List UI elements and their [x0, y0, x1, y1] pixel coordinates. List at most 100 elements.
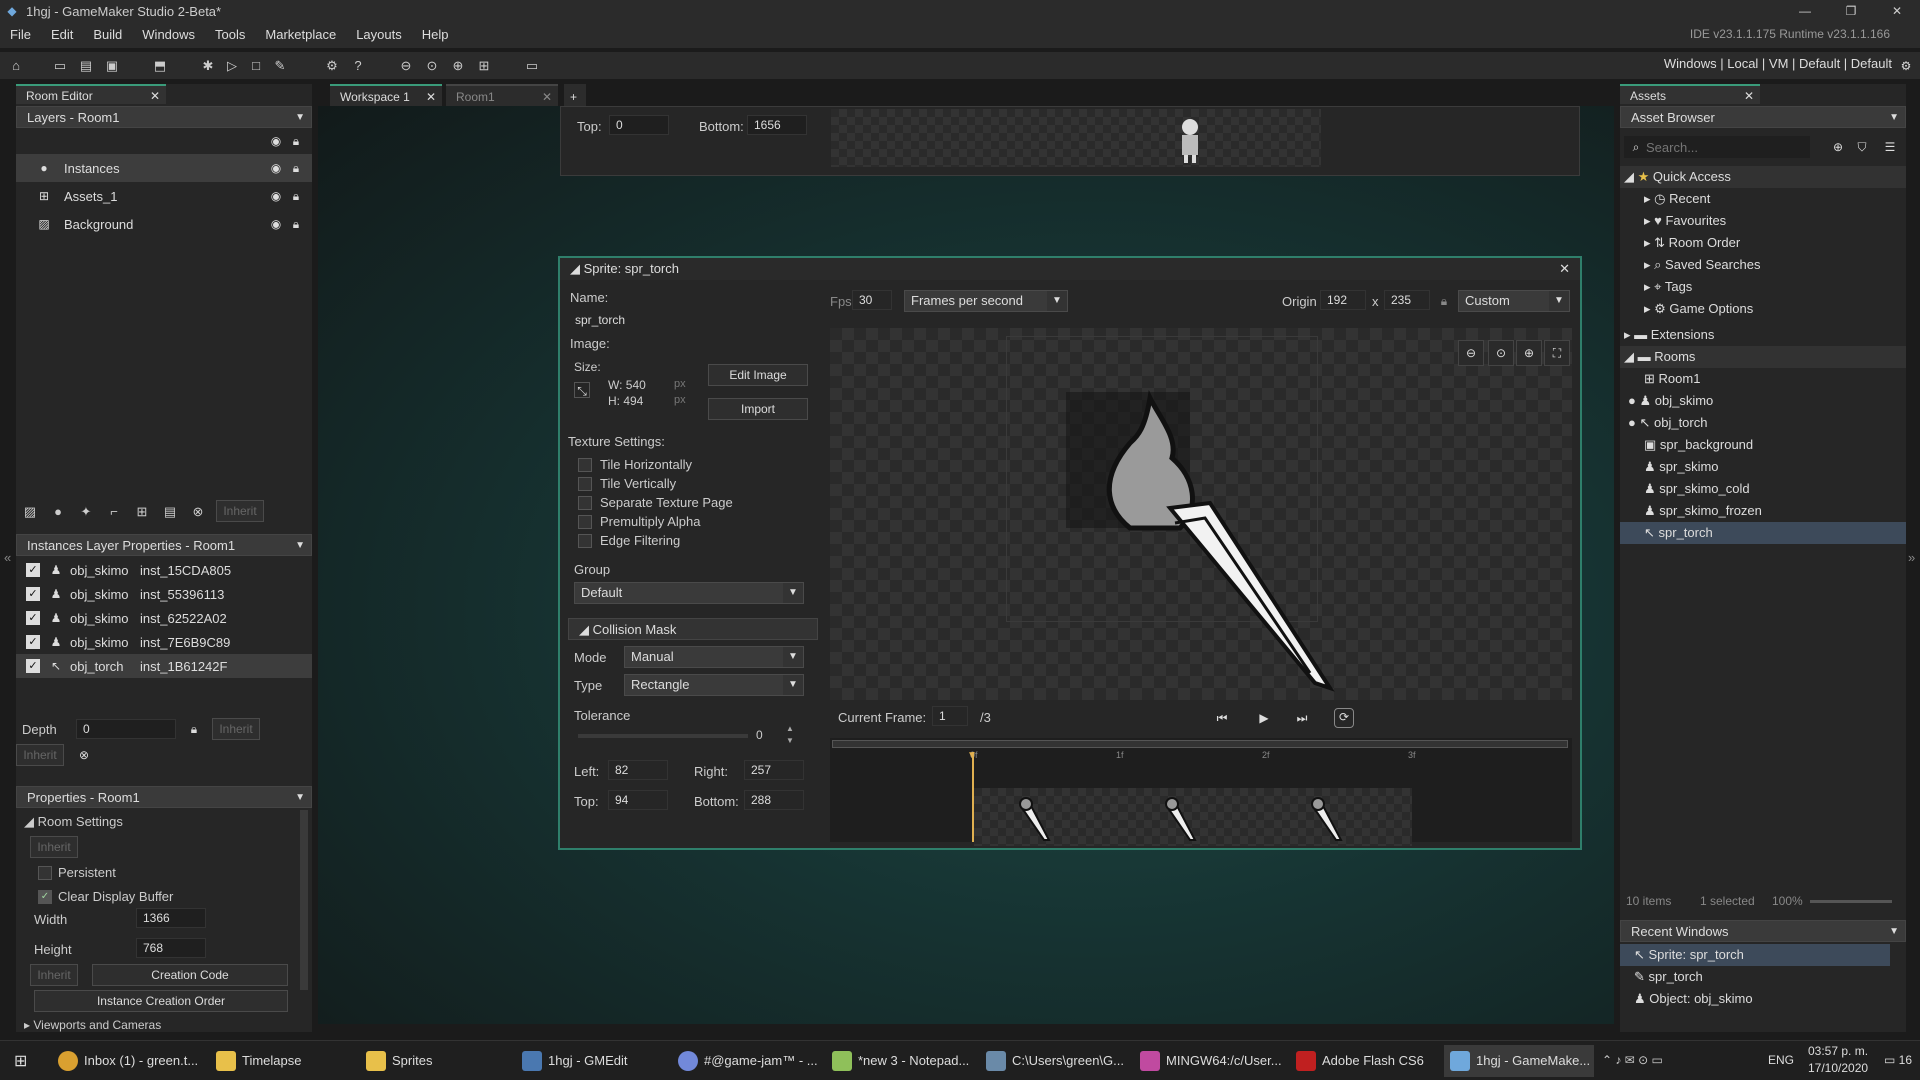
lock-icon[interactable]: 🔒︎: [288, 160, 304, 176]
menu-layouts[interactable]: Layouts: [346, 22, 412, 48]
instances-properties-header[interactable]: Instances Layer Properties - Room1 ▼: [16, 534, 312, 556]
add-tile-layer-icon[interactable]: ✦: [76, 502, 96, 522]
collapse-right-icon[interactable]: »: [1908, 550, 1915, 565]
asset-room1[interactable]: ⊞ Room1: [1620, 368, 1906, 390]
home-icon[interactable]: ⌂: [6, 56, 26, 76]
tab-room1[interactable]: Room1 ✕: [446, 84, 558, 106]
add-tab-icon[interactable]: +: [564, 84, 586, 106]
layers-header[interactable]: Layers - Room1 ▼: [16, 106, 312, 128]
zoom-out-icon[interactable]: ⊖: [396, 56, 416, 76]
rooms-node[interactable]: ◢ ▬ Rooms: [1620, 346, 1906, 368]
eye-icon[interactable]: ◉: [268, 133, 284, 149]
origin-y-input[interactable]: 235: [1384, 290, 1430, 310]
task-flash[interactable]: Adobe Flash CS6: [1290, 1045, 1440, 1077]
restore-icon[interactable]: ❐: [1828, 0, 1874, 22]
properties-header[interactable]: Properties - Room1 ▼: [16, 786, 312, 808]
tab-room-editor[interactable]: Room Editor ✕: [16, 84, 166, 104]
language-indicator[interactable]: ENG: [1768, 1053, 1794, 1067]
quick-recent[interactable]: ▸ ◷ Recent: [1620, 188, 1906, 210]
play-icon[interactable]: ▶: [1256, 710, 1272, 726]
menu-icon[interactable]: ☰: [1882, 139, 1898, 155]
close-icon[interactable]: ✕: [542, 86, 552, 108]
task-cmd[interactable]: C:\Users\green\G...: [980, 1045, 1130, 1077]
menu-build[interactable]: Build: [83, 22, 132, 48]
menu-file[interactable]: File: [0, 22, 41, 48]
quick-saved-searches[interactable]: ▸ ⌕ Saved Searches: [1620, 254, 1906, 276]
search-box[interactable]: ⌕: [1624, 136, 1810, 158]
layer-background[interactable]: ▨ Background ◉ 🔒︎: [16, 210, 312, 238]
instance-row[interactable]: ✓ ♟ obj_skimo inst_15CDA805: [16, 558, 312, 582]
add-asset-layer-icon[interactable]: ⊞: [132, 502, 152, 522]
stop-icon[interactable]: □: [246, 56, 266, 76]
spin-up-icon[interactable]: ▲: [786, 724, 794, 733]
checkbox-checked-icon[interactable]: ✓: [26, 587, 40, 601]
clear-display-checkbox[interactable]: ✓: [38, 890, 52, 904]
tab-assets[interactable]: Assets ✕: [1620, 84, 1760, 104]
chevron-down-icon[interactable]: ▼: [1889, 107, 1899, 129]
lock-icon[interactable]: 🔒︎: [1436, 293, 1452, 309]
tolerance-slider[interactable]: [578, 734, 748, 738]
playhead-marker-icon[interactable]: ▼: [967, 750, 977, 761]
instance-row-selected[interactable]: ✓ ↖ obj_torch inst_1B61242F: [16, 654, 312, 678]
clock-date[interactable]: 17/10/2020: [1808, 1061, 1868, 1075]
minimize-icon[interactable]: —: [1782, 0, 1828, 22]
zoom-in-icon[interactable]: ⊕: [448, 56, 468, 76]
zoom-reset-icon[interactable]: ⊙: [422, 56, 442, 76]
checkbox-checked-icon[interactable]: ✓: [26, 611, 40, 625]
inherit-button[interactable]: Inherit: [30, 964, 78, 986]
premultiply-checkbox[interactable]: [578, 515, 592, 529]
asset-browser-header[interactable]: Asset Browser ▼: [1620, 106, 1906, 128]
open-project-icon[interactable]: ▤: [76, 56, 96, 76]
add-instance-layer-icon[interactable]: ●: [48, 502, 68, 522]
lock-icon[interactable]: 🔒︎: [288, 188, 304, 204]
clear-icon[interactable]: ⊗: [76, 747, 92, 763]
lock-icon[interactable]: 🔒︎: [288, 133, 304, 149]
search-input[interactable]: [1646, 138, 1806, 156]
checkbox-checked-icon[interactable]: ✓: [26, 635, 40, 649]
tile-v-checkbox[interactable]: [578, 477, 592, 491]
task-gmedit[interactable]: 1hgj - GMEdit: [516, 1045, 666, 1077]
layer-instances[interactable]: ● Instances ◉ 🔒︎: [16, 154, 312, 182]
inherit-button[interactable]: Inherit: [216, 500, 264, 522]
mask-top-input[interactable]: 94: [608, 790, 668, 810]
task-timelapse[interactable]: Timelapse: [210, 1045, 350, 1077]
separate-texture-checkbox[interactable]: [578, 496, 592, 510]
group-select[interactable]: Default ▼: [574, 582, 804, 604]
add-background-layer-icon[interactable]: ▨: [20, 502, 40, 522]
mask-right-input[interactable]: 257: [744, 760, 804, 780]
checkbox-checked-icon[interactable]: ✓: [26, 659, 40, 673]
close-icon[interactable]: ✕: [1874, 0, 1920, 22]
room-bottom-input[interactable]: 1656: [747, 115, 807, 135]
name-input[interactable]: spr_torch: [568, 310, 818, 330]
height-input[interactable]: 768: [136, 938, 206, 958]
quick-access-node[interactable]: ◢ ★ Quick Access: [1620, 166, 1906, 188]
close-icon[interactable]: ✕: [1559, 258, 1570, 280]
edge-filtering-checkbox[interactable]: [578, 534, 592, 548]
chevron-down-icon[interactable]: ▼: [295, 787, 305, 809]
close-icon[interactable]: ✕: [426, 86, 436, 108]
tab-workspace-1[interactable]: Workspace 1 ✕: [330, 84, 442, 106]
lock-icon[interactable]: 🔒︎: [186, 721, 202, 737]
zoom-reset-icon[interactable]: ⊙: [1488, 340, 1514, 366]
chevron-down-icon[interactable]: ▼: [295, 107, 305, 129]
run-icon[interactable]: ▷: [222, 56, 242, 76]
menu-edit[interactable]: Edit: [41, 22, 83, 48]
zoom-slider[interactable]: [1810, 900, 1892, 903]
asset-obj-torch[interactable]: ● ↖ obj_torch: [1620, 412, 1906, 434]
sprite-window-title[interactable]: ◢ Sprite: spr_torch ✕: [560, 258, 1580, 280]
menu-marketplace[interactable]: Marketplace: [255, 22, 346, 48]
viewports-label[interactable]: ▸ Viewports and Cameras: [24, 1018, 161, 1032]
mask-left-input[interactable]: 82: [608, 760, 668, 780]
add-path-layer-icon[interactable]: ⌐: [104, 502, 124, 522]
mode-select[interactable]: Manual ▼: [624, 646, 804, 668]
task-notepad[interactable]: *new 3 - Notepad...: [826, 1045, 976, 1077]
recent-sprite-window[interactable]: ↖ Sprite: spr_torch: [1620, 944, 1890, 966]
close-icon[interactable]: ✕: [1744, 86, 1754, 106]
tile-h-checkbox[interactable]: [578, 458, 592, 472]
mask-bottom-input[interactable]: 288: [744, 790, 804, 810]
package-icon[interactable]: ⬒: [150, 56, 170, 76]
delete-layer-icon[interactable]: ⊗: [188, 502, 208, 522]
recent-obj-skimo[interactable]: ♟ Object: obj_skimo: [1620, 988, 1906, 1010]
settings-icon[interactable]: ⚙: [322, 56, 342, 76]
creation-code-button[interactable]: Creation Code: [92, 964, 288, 986]
